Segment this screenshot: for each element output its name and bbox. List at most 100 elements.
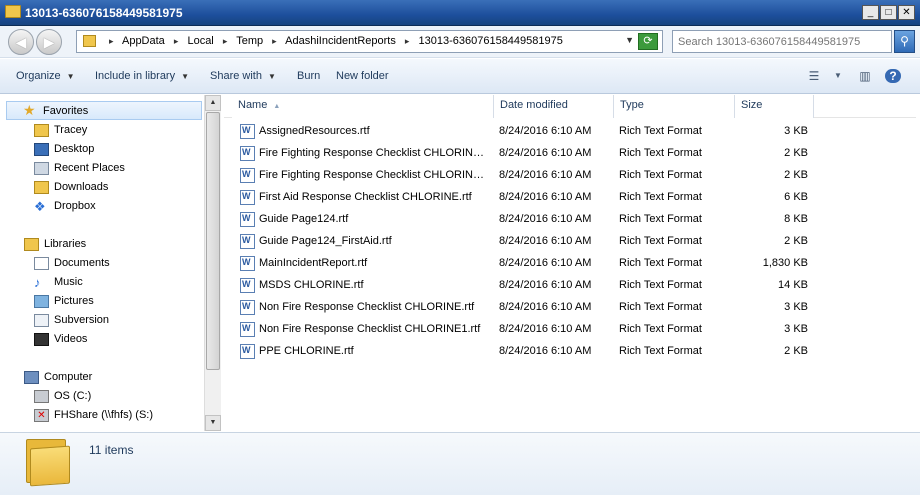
back-button[interactable]: ◀ [8, 29, 34, 55]
breadcrumb-current[interactable]: 13013-636076158449581975 [419, 35, 563, 47]
chevron-down-icon: ▼ [181, 72, 190, 81]
subversion-icon [34, 314, 49, 327]
recent-places-icon [34, 162, 49, 175]
file-name: PPE CHLORINE.rtf [259, 345, 354, 357]
file-row[interactable]: Non Fire Response Checklist CHLORINE1.rt… [238, 319, 818, 341]
rtf-file-icon [240, 234, 255, 249]
file-row[interactable]: Non Fire Response Checklist CHLORINE.rtf… [238, 297, 818, 319]
file-type: Rich Text Format [619, 345, 702, 357]
sort-ascending-icon: ▲ [273, 103, 281, 110]
search-field[interactable] [672, 30, 892, 53]
scroll-down-icon[interactable]: ▼ [205, 415, 221, 431]
nav-label: Recent Places [54, 162, 125, 174]
command-bar: Organize ▼ Include in library ▼ Share with… [0, 59, 920, 94]
include-in-library-button[interactable]: Include in library ▼ [95, 70, 189, 82]
file-date: 8/24/2016 6:10 AM [499, 235, 592, 247]
file-date: 8/24/2016 6:10 AM [499, 257, 592, 269]
folder-icon [5, 5, 21, 18]
file-row[interactable]: Fire Fighting Response Checklist CHLORIN… [238, 165, 818, 187]
rtf-file-icon [240, 212, 255, 227]
file-size: 14 KB [778, 279, 808, 291]
breadcrumb-appdata[interactable]: AppData [122, 35, 165, 47]
file-row[interactable]: Guide Page124.rtf 8/24/2016 6:10 AM Rich T… [238, 209, 818, 231]
organize-label: Organize [16, 70, 61, 82]
star-icon: ★ [23, 102, 36, 118]
chevron-right-icon[interactable]: ▸ [223, 36, 228, 46]
breadcrumb[interactable]: ▸ AppData ▸ Local ▸ Temp ▸ AdashiInciden… [103, 35, 563, 47]
chevron-right-icon[interactable]: ▸ [109, 36, 114, 46]
column-size[interactable]: Size [735, 95, 814, 118]
chevron-down-icon: ▼ [66, 72, 75, 81]
new-folder-button[interactable]: New folder [336, 70, 389, 82]
minimize-button[interactable]: _ [862, 5, 879, 20]
file-size: 6 KB [784, 191, 808, 203]
preview-pane-icon[interactable]: ▥ [857, 69, 873, 83]
pictures-icon [34, 295, 49, 308]
dropbox-icon: ❖ [34, 199, 46, 214]
file-row[interactable]: Guide Page124_FirstAid.rtf 8/24/2016 6:10… [238, 231, 818, 253]
search-input[interactable] [678, 32, 888, 51]
file-row[interactable]: Fire Fighting Response Checklist CHLORIN… [238, 143, 818, 165]
nav-scrollbar[interactable]: ▲ ▼ [204, 95, 221, 431]
chevron-right-icon[interactable]: ▸ [174, 36, 179, 46]
chevron-down-icon[interactable]: ▼ [830, 69, 846, 83]
breadcrumb-adashi[interactable]: AdashiIncidentReports [285, 35, 396, 47]
column-name[interactable]: Name ▲ [232, 95, 494, 118]
file-date: 8/24/2016 6:10 AM [499, 213, 592, 225]
folder-icon [34, 124, 49, 137]
file-name: Guide Page124.rtf [259, 213, 349, 225]
breadcrumb-local[interactable]: Local [187, 35, 213, 47]
file-row[interactable]: AssignedResources.rtf 8/24/2016 6:10 AM Ri… [238, 121, 818, 143]
file-row[interactable]: MSDS CHLORINE.rtf 8/24/2016 6:10 AM Rich T… [238, 275, 818, 297]
refresh-button[interactable]: ⟳ [638, 33, 658, 50]
downloads-icon [34, 181, 49, 194]
file-name: Non Fire Response Checklist CHLORINE.rtf [259, 301, 475, 313]
network-drive-icon: ✕ [34, 409, 49, 422]
file-date: 8/24/2016 6:10 AM [499, 301, 592, 313]
folder-icon [83, 35, 96, 47]
chevron-right-icon[interactable]: ▸ [405, 36, 410, 46]
rtf-file-icon [240, 190, 255, 205]
help-icon[interactable]: ? [885, 69, 901, 83]
organize-button[interactable]: Organize ▼ [16, 70, 75, 82]
file-row[interactable]: PPE CHLORINE.rtf 8/24/2016 6:10 AM Rich Te… [238, 341, 818, 363]
nav-label: Tracey [54, 124, 88, 136]
file-date: 8/24/2016 6:10 AM [499, 169, 592, 181]
title-bar[interactable]: 13013-636076158449581975 _ □ ✕ [0, 0, 920, 26]
address-bar[interactable]: ▸ AppData ▸ Local ▸ Temp ▸ AdashiInciden… [76, 30, 663, 53]
file-type: Rich Text Format [619, 213, 702, 225]
rtf-file-icon [240, 278, 255, 293]
nav-label: OS (C:) [54, 390, 92, 402]
share-with-button[interactable]: Share with ▼ [210, 70, 276, 82]
file-row[interactable]: MainIncidentReport.rtf 8/24/2016 6:10 AM R… [238, 253, 818, 275]
file-date: 8/24/2016 6:10 AM [499, 191, 592, 203]
scroll-up-icon[interactable]: ▲ [205, 95, 221, 111]
close-button[interactable]: ✕ [898, 5, 915, 20]
chevron-down-icon[interactable]: ▼ [625, 35, 634, 45]
search-button[interactable]: ⚲ [894, 30, 915, 53]
column-type[interactable]: Type [614, 95, 735, 118]
file-size: 2 KB [784, 147, 808, 159]
chevron-right-icon[interactable]: ▸ [272, 36, 277, 46]
nav-favorites[interactable]: ★ Favorites [6, 101, 202, 120]
nav-label: Documents [54, 257, 110, 269]
forward-button[interactable]: ▶ [36, 29, 62, 55]
nav-label: Libraries [44, 238, 87, 250]
view-details-icon[interactable]: ☰ [806, 69, 822, 83]
music-icon: ♪ [34, 275, 41, 290]
scroll-thumb[interactable] [206, 112, 220, 370]
breadcrumb-temp[interactable]: Temp [236, 35, 263, 47]
drive-icon [34, 390, 49, 403]
file-name: AssignedResources.rtf [259, 125, 370, 137]
maximize-button[interactable]: □ [880, 5, 897, 20]
videos-icon [34, 333, 49, 346]
file-name: MainIncidentReport.rtf [259, 257, 368, 269]
burn-button[interactable]: Burn [297, 70, 320, 82]
file-size: 3 KB [784, 323, 808, 335]
file-name: Non Fire Response Checklist CHLORINE1.rt… [259, 323, 481, 335]
file-name: Fire Fighting Response Checklist CHLORIN… [259, 147, 491, 159]
file-row[interactable]: First Aid Response Checklist CHLORINE.rt… [238, 187, 818, 209]
file-size: 2 KB [784, 345, 808, 357]
column-date-modified[interactable]: Date modified [494, 95, 614, 118]
file-type: Rich Text Format [619, 279, 702, 291]
